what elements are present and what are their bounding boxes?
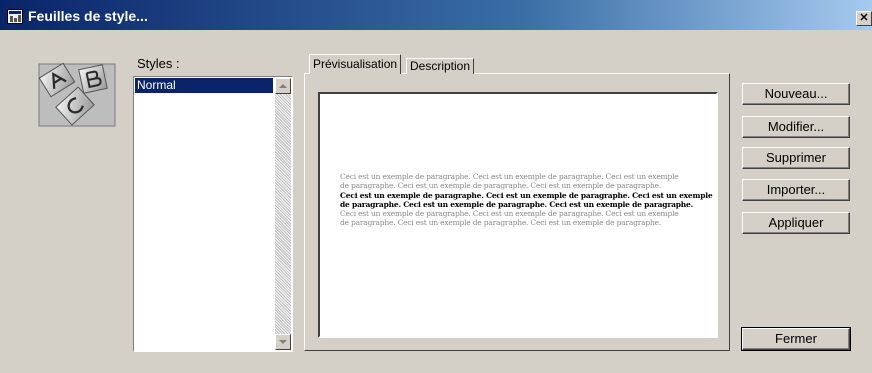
tab-description[interactable]: Description	[406, 58, 475, 74]
scrollbar[interactable]	[275, 78, 291, 350]
modify-button[interactable]: Modifier...	[742, 116, 850, 138]
delete-button[interactable]: Supprimer	[742, 147, 850, 169]
preview-line: Ceci est un exemple de paragraphe. Ceci …	[340, 172, 679, 181]
close-icon[interactable]: ✕	[856, 11, 872, 26]
preview-area: Ceci est un exemple de paragraphe. Ceci …	[318, 92, 718, 338]
preview-line-current-style: Ceci est un exemple de paragraphe. Ceci …	[340, 190, 713, 200]
scroll-down-button[interactable]	[275, 334, 291, 350]
styles-listbox[interactable]: Normal	[133, 76, 293, 352]
preview-line: de paragraphe. Ceci est un exemple de pa…	[340, 181, 662, 191]
arrow-down-icon	[279, 340, 287, 344]
new-button[interactable]: Nouveau...	[742, 83, 850, 105]
spreadsheet-icon	[7, 9, 23, 24]
preview-line: de paragraphe. Ceci est un exemple de pa…	[340, 218, 662, 228]
tab-preview[interactable]: Prévisualisation	[309, 54, 402, 74]
scroll-up-button[interactable]	[275, 78, 291, 94]
preview-line: Ceci est un exemple de paragraphe. Ceci …	[340, 209, 679, 219]
apply-button[interactable]: Appliquer	[742, 212, 850, 234]
window-title: Feuilles de style...	[28, 8, 148, 24]
import-button[interactable]: Importer...	[742, 179, 850, 201]
styles-label: Styles :	[137, 56, 180, 71]
preview-line-current-style: de paragraphe. Ceci est un exemple de pa…	[340, 199, 694, 209]
close-button[interactable]: Fermer	[741, 327, 851, 351]
title-bar: Feuilles de style... ✕	[0, 0, 872, 30]
sample-paragraphs: Ceci est un exemple de paragraphe. Ceci …	[340, 172, 720, 228]
arrow-up-icon	[279, 84, 287, 88]
list-item[interactable]: Normal	[135, 78, 273, 93]
style-sheets-icon	[38, 62, 116, 127]
